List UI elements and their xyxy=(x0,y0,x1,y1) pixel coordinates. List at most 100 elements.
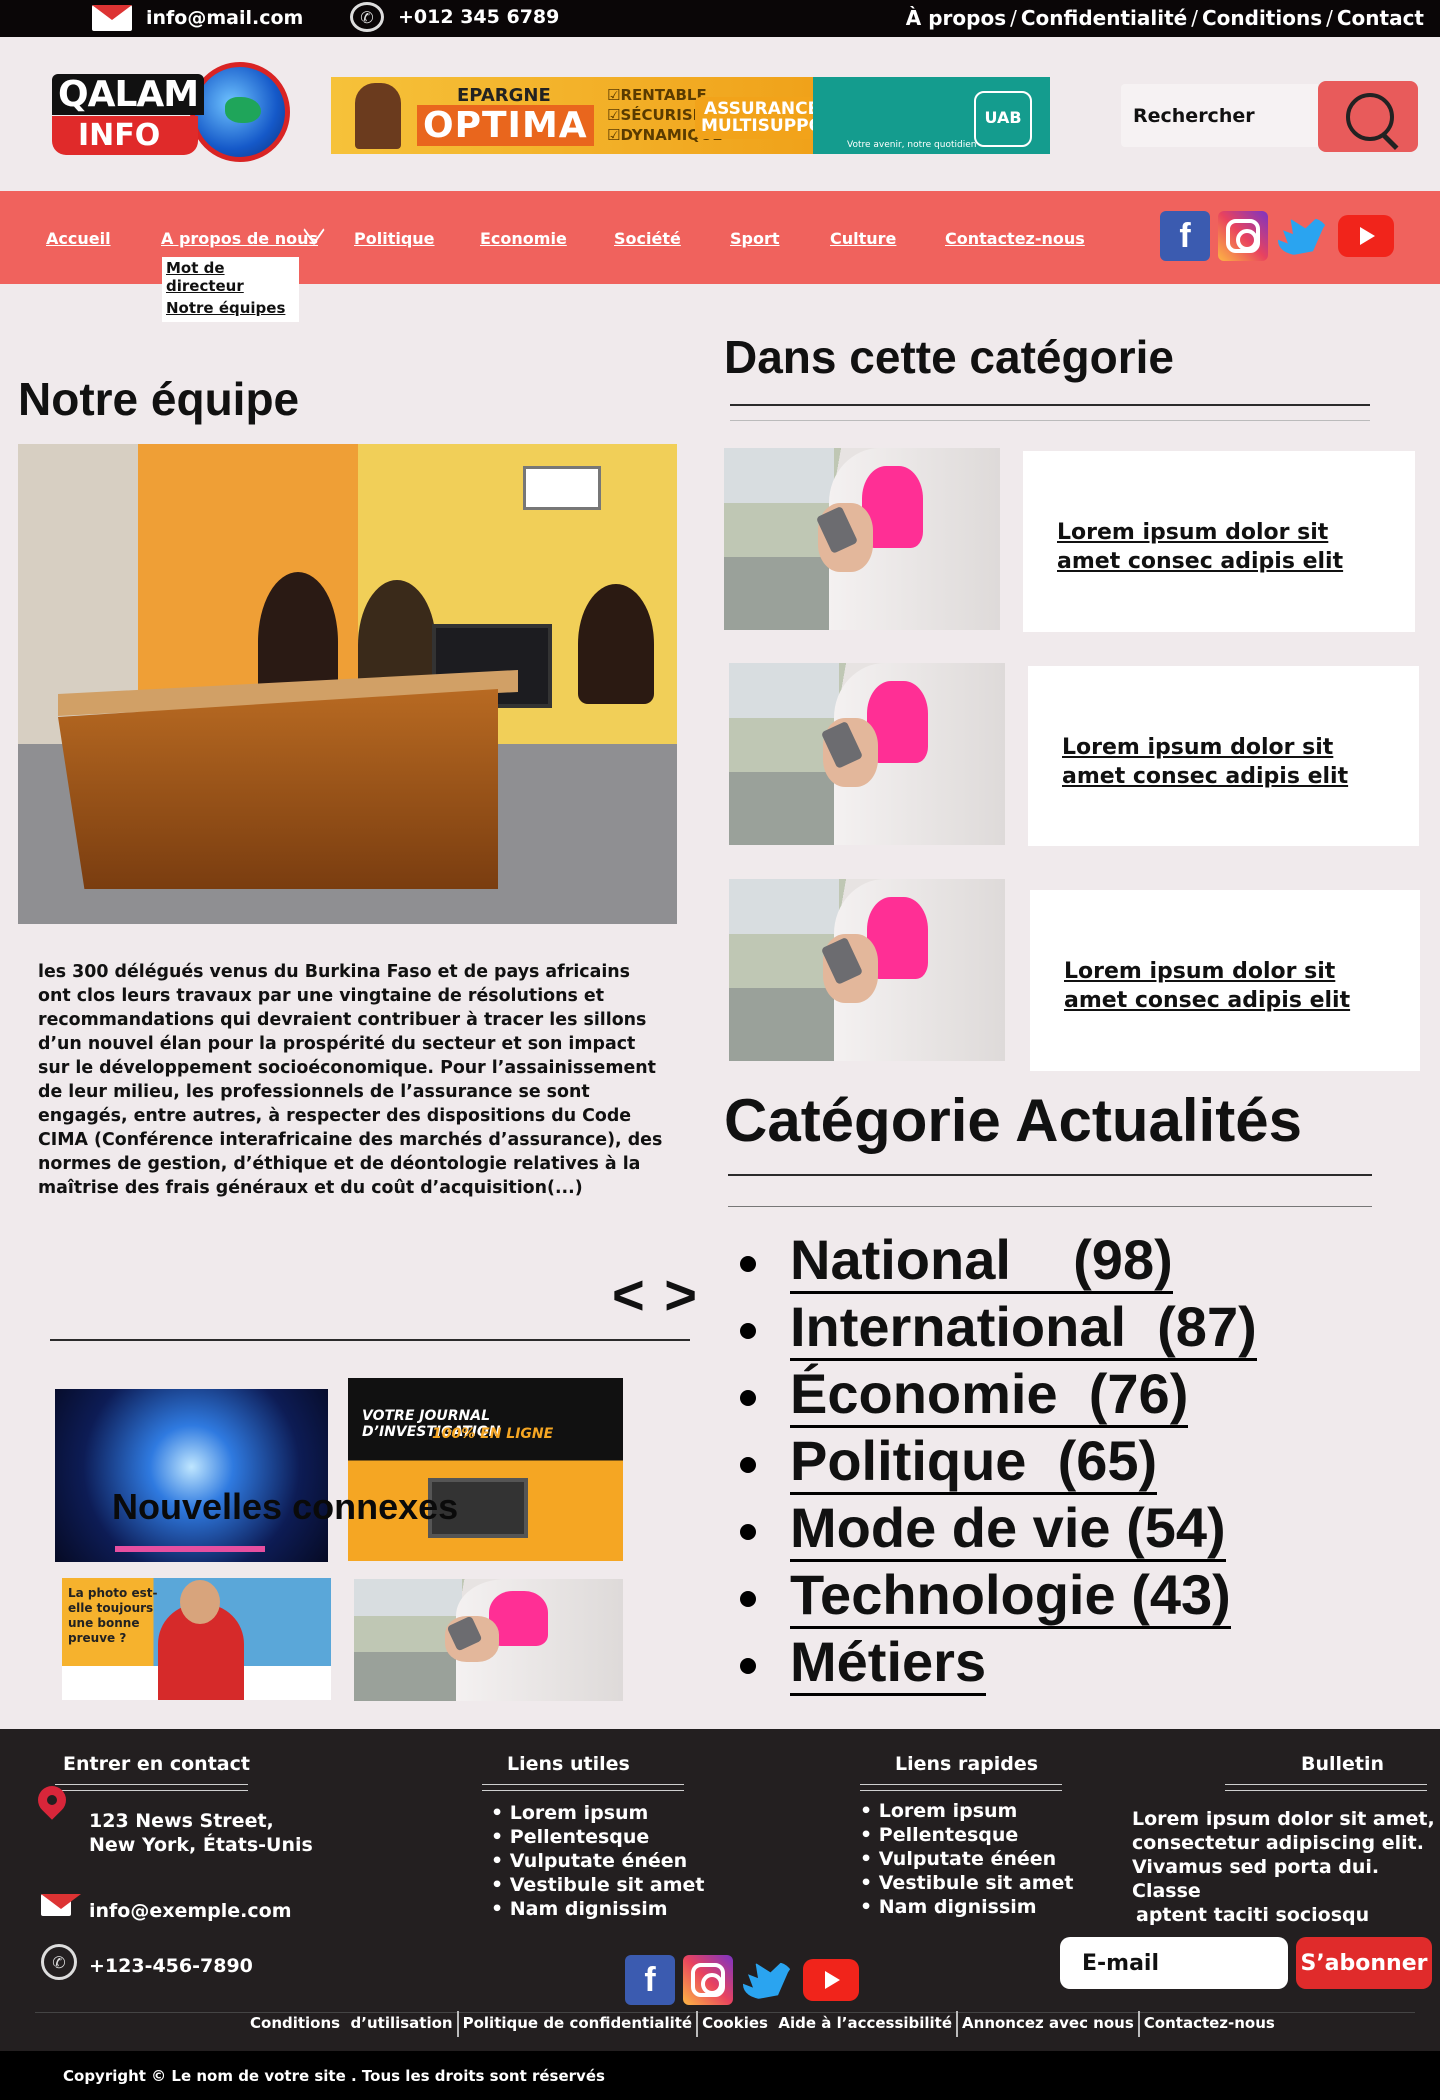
top-email[interactable]: info@mail.com xyxy=(92,5,303,31)
nav-politique[interactable]: Politique xyxy=(354,229,435,248)
card-1-image[interactable] xyxy=(724,448,1000,630)
dropdown-mot-directeur[interactable]: Mot de directeur xyxy=(166,259,295,295)
footer-rule xyxy=(482,1790,684,1791)
subscribe-button[interactable]: S’abonner xyxy=(1296,1937,1432,1989)
category-international[interactable]: International (87) xyxy=(740,1293,1257,1361)
card-2-image[interactable] xyxy=(729,663,1005,845)
instagram-icon[interactable] xyxy=(683,1955,733,2005)
newsletter-line-1: Lorem ipsum dolor sit amet, xyxy=(1132,1808,1435,1830)
footer-address-line2: New York, États-Unis xyxy=(89,1834,313,1856)
footer-rule xyxy=(860,1790,1062,1791)
search-button[interactable] xyxy=(1318,81,1418,152)
globe-icon xyxy=(190,62,290,162)
footer-link-privacy[interactable]: Politique de confidentialité xyxy=(463,2014,692,2037)
footer-rule xyxy=(55,1790,248,1791)
newsletter-email-input[interactable] xyxy=(1060,1937,1288,1989)
chevron-down-icon[interactable] xyxy=(302,227,324,241)
nav-economie[interactable]: Economie xyxy=(480,229,567,248)
top-email-text: info@mail.com xyxy=(146,7,304,29)
nav-sport[interactable]: Sport xyxy=(730,229,780,248)
related-news-globe[interactable] xyxy=(55,1389,328,1562)
twitter-icon[interactable] xyxy=(741,1955,795,2005)
footer-address: 123 News Street, New York, États-Unis xyxy=(89,1809,313,1857)
related-title: Nouvelles connexes xyxy=(112,1486,459,1527)
site-logo[interactable]: QALAM INFO xyxy=(52,62,292,166)
logo-text-qalam: QALAM xyxy=(52,74,205,115)
footer-rule xyxy=(482,1784,684,1785)
footer-useful-link[interactable]: Vulputate énéen xyxy=(491,1849,704,1873)
card-3-title[interactable]: Lorem ipsum dolor sit amet consec adipis… xyxy=(1064,957,1364,1015)
footer-useful-link[interactable]: Vestibule sit amet xyxy=(491,1873,705,1897)
footer-phone[interactable]: +123-456-7890 xyxy=(89,1955,253,1977)
top-link-privacy[interactable]: Confidentialité xyxy=(1021,6,1187,30)
pager-arrows[interactable]: < > xyxy=(612,1262,699,1327)
footer-email[interactable]: info@exemple.com xyxy=(89,1900,292,1922)
ad-banner-uab: UAB Votre avenir, notre quotidien xyxy=(813,77,1050,154)
footer-newsletter-text: Lorem ipsum dolor sit amet, consectetur … xyxy=(1132,1807,1440,1927)
ad-banner[interactable]: EPARGNE OPTIMA ☑RENTABLE ☑SÉCURISÉE ☑DYN… xyxy=(331,77,1050,154)
footer-address-line1: 123 News Street, xyxy=(89,1810,274,1832)
footer-link-cookies[interactable]: Cookies Aide à l’accessibilité xyxy=(702,2014,952,2037)
nav-culture[interactable]: Culture xyxy=(830,229,896,248)
footer-quick-link[interactable]: Pellentesque xyxy=(860,1823,1073,1847)
nav-accueil[interactable]: Accueil xyxy=(46,229,111,248)
footer-useful-link[interactable]: Nam dignissim xyxy=(491,1897,704,1921)
divider xyxy=(50,1339,690,1341)
whatsapp-icon: ✆ xyxy=(350,2,384,32)
search-input[interactable] xyxy=(1121,84,1318,147)
page-title: Notre équipe xyxy=(18,373,300,425)
card-2-title[interactable]: Lorem ipsum dolor sit amet consec adipis… xyxy=(1062,733,1362,791)
top-link-contact[interactable]: Contact xyxy=(1337,6,1424,30)
facebook-icon[interactable]: f xyxy=(625,1955,675,2005)
ad-epargne: EPARGNE xyxy=(457,85,551,106)
twitter-icon[interactable] xyxy=(1276,211,1330,261)
card-2[interactable]: Lorem ipsum dolor sit amet consec adipis… xyxy=(1028,666,1419,846)
dropdown-notre-equipes[interactable]: Notre équipes xyxy=(166,299,295,317)
category-politique[interactable]: Politique (65) xyxy=(740,1427,1257,1495)
card-1[interactable]: Lorem ipsum dolor sit amet consec adipis… xyxy=(1023,451,1415,632)
nav-contactez-nous[interactable]: Contactez-nous xyxy=(945,229,1085,248)
footer-quick-link[interactable]: Vestibule sit amet xyxy=(860,1871,1074,1895)
youtube-icon[interactable] xyxy=(803,1959,859,2001)
newsletter-line-4: aptent taciti sociosqu xyxy=(1136,1904,1370,1926)
footer-quick-link[interactable]: Lorem ipsum xyxy=(860,1799,1073,1823)
top-link-terms[interactable]: Conditions xyxy=(1202,6,1322,30)
related-photo-proof[interactable]: La photo est-elle toujours une bonne pre… xyxy=(62,1578,331,1700)
category-mode-de-vie[interactable]: Mode de vie (54) xyxy=(740,1494,1257,1562)
related-investigation[interactable]: VOTRE JOURNAL D’INVESTIGATION 100% EN LI… xyxy=(348,1378,623,1561)
footer-rule xyxy=(35,2012,1415,2013)
category-economie[interactable]: Économie (76) xyxy=(740,1360,1257,1428)
investigation-sub: 100% EN LIGNE xyxy=(432,1426,554,1442)
footer-link-advertise[interactable]: Annoncez avec nous xyxy=(962,2014,1134,2037)
divider xyxy=(728,1174,1372,1176)
footer-useful-link[interactable]: Lorem ipsum xyxy=(491,1801,704,1825)
footer-link-terms[interactable]: Conditions d’utilisation xyxy=(250,2014,453,2037)
footer-quick-list: Lorem ipsum Pellentesque Vulputate énéen… xyxy=(860,1799,1074,1919)
card-3[interactable]: Lorem ipsum dolor sit amet consec adipis… xyxy=(1030,890,1420,1071)
top-phone[interactable]: ✆ +012 345 6789 xyxy=(350,2,559,32)
footer-rule xyxy=(1225,1784,1427,1785)
category-national[interactable]: National (98) xyxy=(740,1226,1257,1294)
about-dropdown: Mot de directeur Notre équipes xyxy=(162,257,299,322)
instagram-icon[interactable] xyxy=(1218,211,1268,261)
card-1-title[interactable]: Lorem ipsum dolor sit amet consec adipis… xyxy=(1057,518,1357,576)
footer-rule xyxy=(1225,1790,1427,1791)
top-link-about[interactable]: À propos xyxy=(906,6,1006,30)
category-technologie[interactable]: Technologie (43) xyxy=(740,1561,1257,1629)
footer-rule xyxy=(860,1784,1062,1785)
news-category-title: Catégorie Actualités xyxy=(724,1087,1302,1154)
footer-quick-link[interactable]: Vulputate énéen xyxy=(860,1847,1073,1871)
footer-quick-link[interactable]: Nam dignissim xyxy=(860,1895,1073,1919)
nav-a-propos[interactable]: A propos de nous xyxy=(161,229,318,248)
footer-link-contact[interactable]: Contactez-nous xyxy=(1144,2014,1275,2037)
youtube-icon[interactable] xyxy=(1338,215,1394,257)
top-bar: info@mail.com ✆ +012 345 6789 À propos / … xyxy=(0,0,1440,37)
category-metiers[interactable]: Métiers xyxy=(740,1628,1257,1696)
facebook-icon[interactable]: f xyxy=(1160,211,1210,261)
search-bar xyxy=(1121,81,1418,152)
related-woman-phone[interactable] xyxy=(354,1579,623,1701)
card-3-image[interactable] xyxy=(729,879,1005,1061)
footer-useful-link[interactable]: Pellentesque xyxy=(491,1825,704,1849)
footer-quick-title: Liens rapides xyxy=(895,1753,1039,1775)
nav-societe[interactable]: Société xyxy=(614,229,681,248)
